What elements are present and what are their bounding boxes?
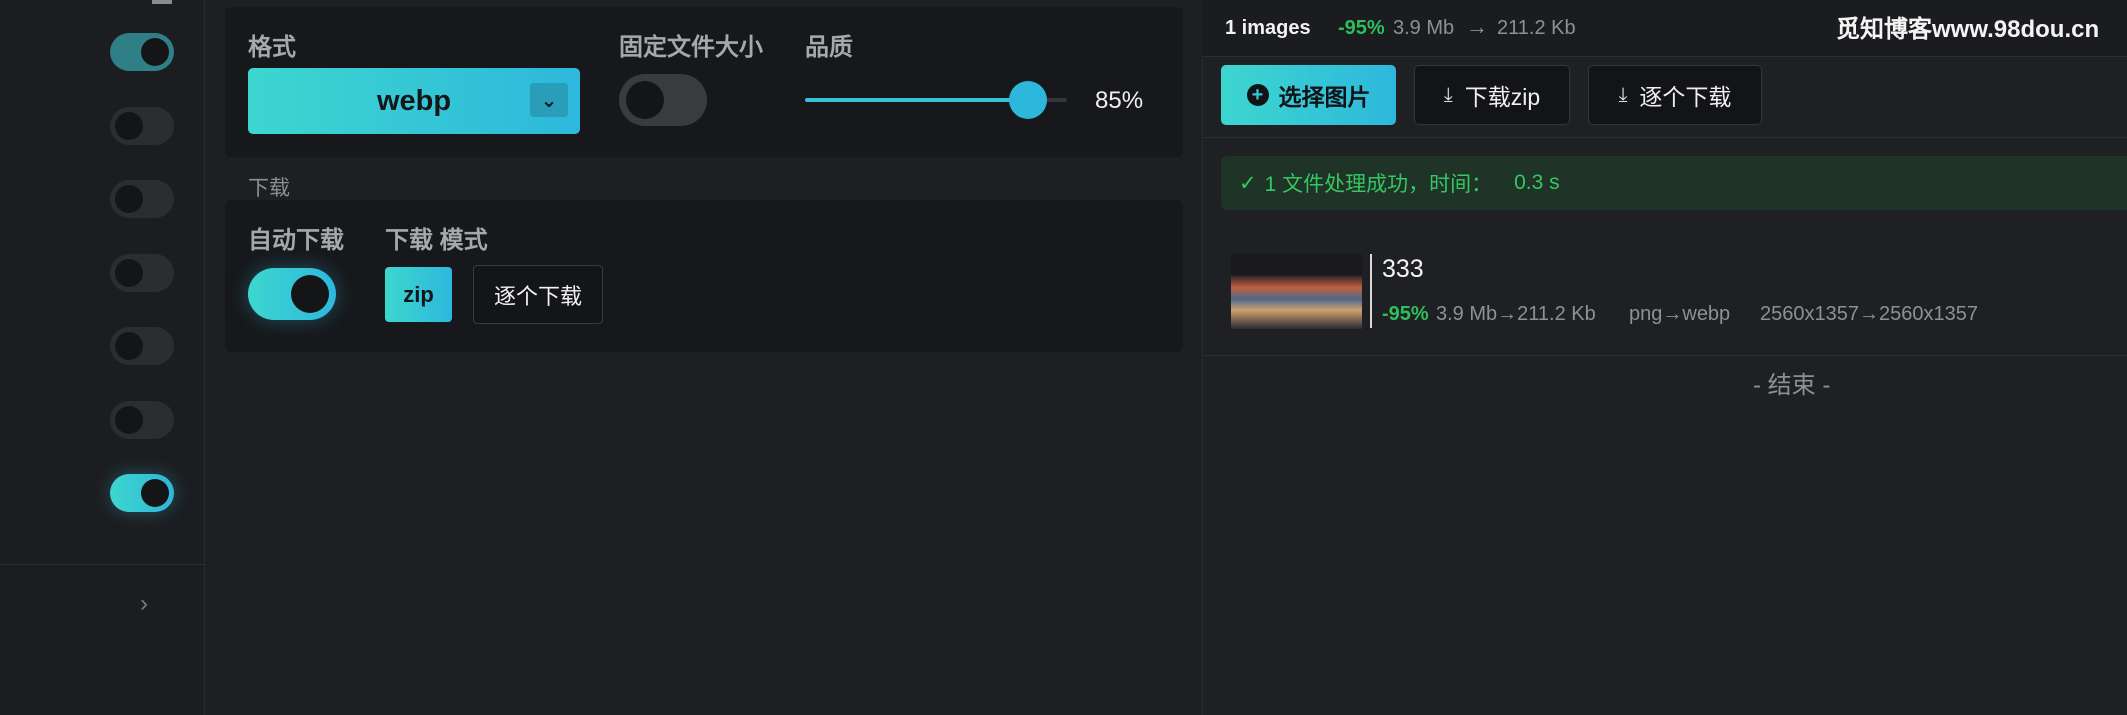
quality-label: 品质 — [805, 34, 853, 61]
file-name: 333 — [1382, 255, 1424, 283]
download-zip-button[interactable]: ⤓ 下载zip — [1414, 65, 1570, 125]
toggle-knob — [115, 332, 143, 360]
row-divider — [1202, 355, 2127, 356]
mode-zip-button[interactable]: zip — [385, 267, 452, 322]
rail-toggle-7[interactable] — [110, 474, 174, 512]
end-label: - 结束 - — [1753, 372, 1831, 399]
summary-percent: -95% — [1338, 17, 1385, 39]
quality-slider-thumb[interactable] — [1008, 81, 1047, 119]
chevron-down-icon[interactable]: ⌄ — [530, 83, 568, 117]
toggle-knob — [115, 259, 143, 287]
download-icon: ⤓ — [1443, 83, 1453, 106]
rail-toggle-3[interactable] — [110, 180, 174, 218]
success-message: ✓ 1 文件处理成功，时间： 0.3 s — [1221, 156, 2127, 210]
rail-toggle-6[interactable] — [110, 401, 174, 439]
download-panel — [225, 200, 1183, 352]
file-dimensions: 2560x1357→2560x1357 — [1760, 303, 1978, 325]
success-text: 1 文件处理成功，时间： — [1264, 173, 1493, 196]
format-value: webp — [376, 84, 452, 117]
arrow-right-icon: → — [1466, 14, 1488, 39]
auto-download-toggle[interactable] — [248, 268, 336, 320]
auto-download-label: 自动下载 — [248, 227, 344, 254]
quality-slider-fill — [805, 98, 1028, 102]
plus-circle-icon: + — [1246, 84, 1269, 106]
download-icon: ⤓ — [1618, 83, 1628, 106]
file-percent: -95% — [1382, 303, 1429, 325]
rail-top-marker — [152, 0, 172, 4]
fixed-size-label: 固定文件大小 — [619, 34, 763, 61]
quality-slider[interactable] — [805, 81, 1067, 119]
rail-toggle-2[interactable] — [110, 107, 174, 145]
toggle-knob — [626, 81, 664, 119]
format-select[interactable]: webp ⌄ — [248, 68, 580, 134]
summary-count: 1 images — [1225, 17, 1311, 39]
download-zip-label: 下载zip — [1464, 84, 1541, 110]
mode-each-button[interactable]: 逐个下载 — [473, 265, 603, 324]
summary-original-size: 3.9 Mb — [1393, 17, 1455, 39]
file-size: 3.9 Mb→211.2 Kb — [1436, 303, 1596, 325]
format-label: 格式 — [248, 34, 296, 61]
download-each-label: 逐个下载 — [1639, 84, 1732, 110]
toolbar-divider — [1202, 137, 2127, 138]
image-thumbnail[interactable] — [1231, 254, 1362, 329]
check-icon: ✓ — [1239, 171, 1257, 195]
toggle-knob — [115, 185, 143, 213]
rail-toggle-1[interactable] — [110, 33, 174, 71]
toggle-knob — [141, 38, 169, 66]
toggle-knob — [291, 275, 329, 313]
toggle-knob — [115, 112, 143, 140]
file-format: png→webp — [1629, 303, 1731, 325]
rail-divider — [0, 564, 204, 565]
watermark-text: 觅知博客www.98dou.cn — [1836, 16, 2100, 43]
thumbnail-divider — [1370, 254, 1372, 328]
select-images-label: 选择图片 — [1278, 84, 1371, 110]
toggle-knob — [141, 479, 169, 507]
download-section-label: 下载 — [248, 177, 290, 200]
chevron-right-icon[interactable]: › — [140, 590, 148, 618]
toggle-knob — [115, 406, 143, 434]
left-rail: › — [0, 0, 205, 715]
rail-toggle-4[interactable] — [110, 254, 174, 292]
rail-toggle-5[interactable] — [110, 327, 174, 365]
success-time: 0.3 s — [1514, 171, 1560, 194]
quality-value: 85% — [1095, 87, 1144, 114]
summary-new-size: 211.2 Kb — [1497, 17, 1576, 39]
fixed-size-toggle[interactable] — [619, 74, 707, 126]
download-mode-label: 下载 模式 — [385, 227, 488, 254]
select-images-button[interactable]: + 选择图片 — [1221, 65, 1396, 125]
download-each-button[interactable]: ⤓ 逐个下载 — [1588, 65, 1762, 125]
